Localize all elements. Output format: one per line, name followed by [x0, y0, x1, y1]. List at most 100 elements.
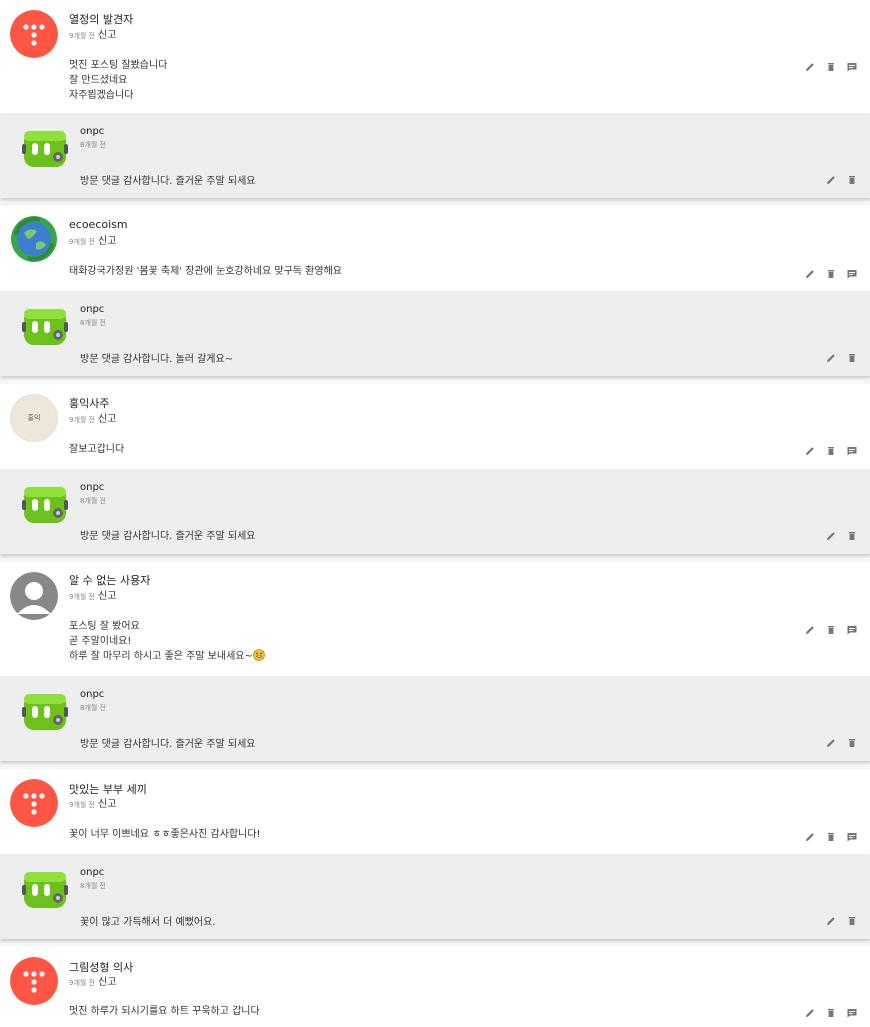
- reply-author[interactable]: onpc: [80, 867, 104, 878]
- reply-icon[interactable]: [846, 445, 858, 457]
- onpc-avatar[interactable]: [21, 124, 69, 172]
- reply-actions: [825, 174, 858, 186]
- comment-thread: 열정의 발견자 9개월 전 신고 멋진 포스팅 잘봤습니다 잘 만드셨네요 자주뵙겠습…: [0, 0, 870, 1027]
- trash-icon[interactable]: [846, 174, 858, 186]
- edit-icon[interactable]: [825, 737, 837, 749]
- onpc-avatar[interactable]: [21, 480, 69, 528]
- report-link[interactable]: 신고: [98, 30, 116, 41]
- reply-item: onpc 8개월 전 방문 댓글 감사합니다. 즐거운 주말 되세요: [0, 469, 870, 554]
- comment-line: 포스팅 잘 봤어요: [69, 621, 140, 632]
- comment-author[interactable]: 열정의 발견자: [69, 11, 133, 27]
- comment-line: 자주뵙겠습니다: [69, 90, 134, 101]
- thread-divider: [0, 554, 870, 562]
- tistory-avatar[interactable]: [10, 10, 58, 58]
- reply-item: onpc 8개월 전 방문 댓글 감사합니다. 즐거운 주말 되세요: [0, 113, 870, 198]
- report-link[interactable]: 신고: [98, 414, 116, 425]
- report-link[interactable]: 신고: [98, 591, 116, 602]
- edit-icon[interactable]: [825, 915, 837, 927]
- default-user-avatar[interactable]: [10, 572, 58, 620]
- comment-meta: 9개월 전 신고: [69, 26, 116, 41]
- comment-time: 9개월 전: [69, 416, 95, 424]
- comment-time: 9개월 전: [69, 979, 95, 987]
- trash-icon[interactable]: [825, 1007, 837, 1019]
- thread-divider: [0, 939, 870, 947]
- comment-author[interactable]: 알 수 없는 사용자: [69, 572, 150, 588]
- hongik-avatar[interactable]: 홍익: [10, 394, 58, 442]
- edit-icon[interactable]: [804, 831, 816, 843]
- thread-divider: [0, 198, 870, 206]
- reply-icon[interactable]: [846, 1007, 858, 1019]
- tistory-avatar[interactable]: [10, 957, 58, 1005]
- comment-actions: [804, 624, 858, 636]
- comment-item: 그림성형 의사 9개월 전 신고 멋진 하루가 되시기를요 하트 꾸욱하고 갑니다: [0, 947, 870, 1027]
- trash-icon[interactable]: [825, 445, 837, 457]
- reply-icon[interactable]: [846, 831, 858, 843]
- trash-icon[interactable]: [846, 530, 858, 542]
- trash-icon[interactable]: [825, 624, 837, 636]
- comment-meta: 9개월 전 신고: [69, 795, 116, 810]
- reply-text: 방문 댓글 감사합니다. 즐거운 주말 되세요: [80, 176, 256, 187]
- comment-time: 9개월 전: [69, 801, 95, 809]
- onpc-avatar[interactable]: [21, 865, 69, 913]
- reply-actions: [825, 530, 858, 542]
- reply-author[interactable]: onpc: [80, 482, 104, 493]
- edit-icon[interactable]: [804, 61, 816, 73]
- reply-text: 방문 댓글 감사합니다. 즐거운 주말 되세요: [80, 739, 256, 750]
- reply-icon[interactable]: [846, 268, 858, 280]
- reply-author[interactable]: onpc: [80, 304, 104, 315]
- tistory-avatar[interactable]: [10, 779, 58, 827]
- comment-time: 9개월 전: [69, 32, 95, 40]
- reply-text: 꽃이 많고 가득해서 더 예뻤어요.: [80, 917, 216, 928]
- edit-icon[interactable]: [825, 530, 837, 542]
- edit-icon[interactable]: [804, 1007, 816, 1019]
- report-link[interactable]: 신고: [98, 799, 116, 810]
- edit-icon[interactable]: [825, 174, 837, 186]
- reply-actions: [825, 352, 858, 364]
- comment-time: 9개월 전: [69, 593, 95, 601]
- comment-item: 홍익 홍익사주 9개월 전 신고 잘보고갑니다: [0, 384, 870, 469]
- comment-actions: [804, 445, 858, 457]
- trash-icon[interactable]: [846, 352, 858, 364]
- comment-item: 열정의 발견자 9개월 전 신고 멋진 포스팅 잘봤습니다 잘 만드셨네요 자주뵙겠습…: [0, 0, 870, 113]
- reply-time: 8개월 전: [80, 704, 106, 712]
- reply-author[interactable]: onpc: [80, 689, 104, 700]
- trash-icon[interactable]: [825, 268, 837, 280]
- comment-actions: [804, 268, 858, 280]
- thread-divider: [0, 761, 870, 769]
- onpc-avatar[interactable]: [21, 302, 69, 350]
- comment-text: 꽃이 너무 이쁘네요 ㅎㅎ좋은사진 감사합니다!: [69, 829, 261, 840]
- reply-item: onpc 8개월 전 꽃이 많고 가득해서 더 예뻤어요.: [0, 854, 870, 939]
- reply-time: 8개월 전: [80, 319, 106, 327]
- reply-time: 8개월 전: [80, 882, 106, 890]
- edit-icon[interactable]: [804, 445, 816, 457]
- eco-globe-avatar[interactable]: [10, 215, 58, 263]
- reply-text: 방문 댓글 감사합니다. 즐거운 주말 되세요: [80, 531, 256, 542]
- comment-time: 9개월 전: [69, 238, 95, 246]
- comment-author[interactable]: ecoecoism: [69, 218, 128, 231]
- report-link[interactable]: 신고: [98, 977, 116, 988]
- reply-time: 8개월 전: [80, 141, 106, 149]
- comment-text: 잘보고갑니다: [69, 444, 125, 455]
- comment-item: 알 수 없는 사용자 9개월 전 신고 포스팅 잘 봤어요 곧 주말이네요! 하루 잘…: [0, 562, 870, 676]
- trash-icon[interactable]: [846, 737, 858, 749]
- trash-icon[interactable]: [825, 831, 837, 843]
- comment-author[interactable]: 홍익사주: [69, 395, 109, 411]
- reply-actions: [825, 915, 858, 927]
- reply-actions: [825, 737, 858, 749]
- comment-text: 포스팅 잘 봤어요 곧 주말이네요! 하루 잘 마무리 하시고 좋은 주말 보내세요…: [69, 619, 265, 664]
- grin-emoji-icon: [253, 649, 265, 661]
- comment-meta: 9개월 전 신고: [69, 973, 116, 988]
- reply-icon[interactable]: [846, 61, 858, 73]
- edit-icon[interactable]: [804, 268, 816, 280]
- reply-icon[interactable]: [846, 624, 858, 636]
- report-link[interactable]: 신고: [98, 236, 116, 247]
- trash-icon[interactable]: [846, 915, 858, 927]
- trash-icon[interactable]: [825, 61, 837, 73]
- onpc-avatar[interactable]: [21, 687, 69, 735]
- reply-item: onpc 8개월 전 방문 댓글 감사합니다. 놀러 갈게요~: [0, 291, 870, 376]
- comment-meta: 9개월 전 신고: [69, 232, 116, 247]
- edit-icon[interactable]: [825, 352, 837, 364]
- avatar-badge-text: 홍익: [27, 414, 41, 422]
- edit-icon[interactable]: [804, 624, 816, 636]
- reply-author[interactable]: onpc: [80, 126, 104, 137]
